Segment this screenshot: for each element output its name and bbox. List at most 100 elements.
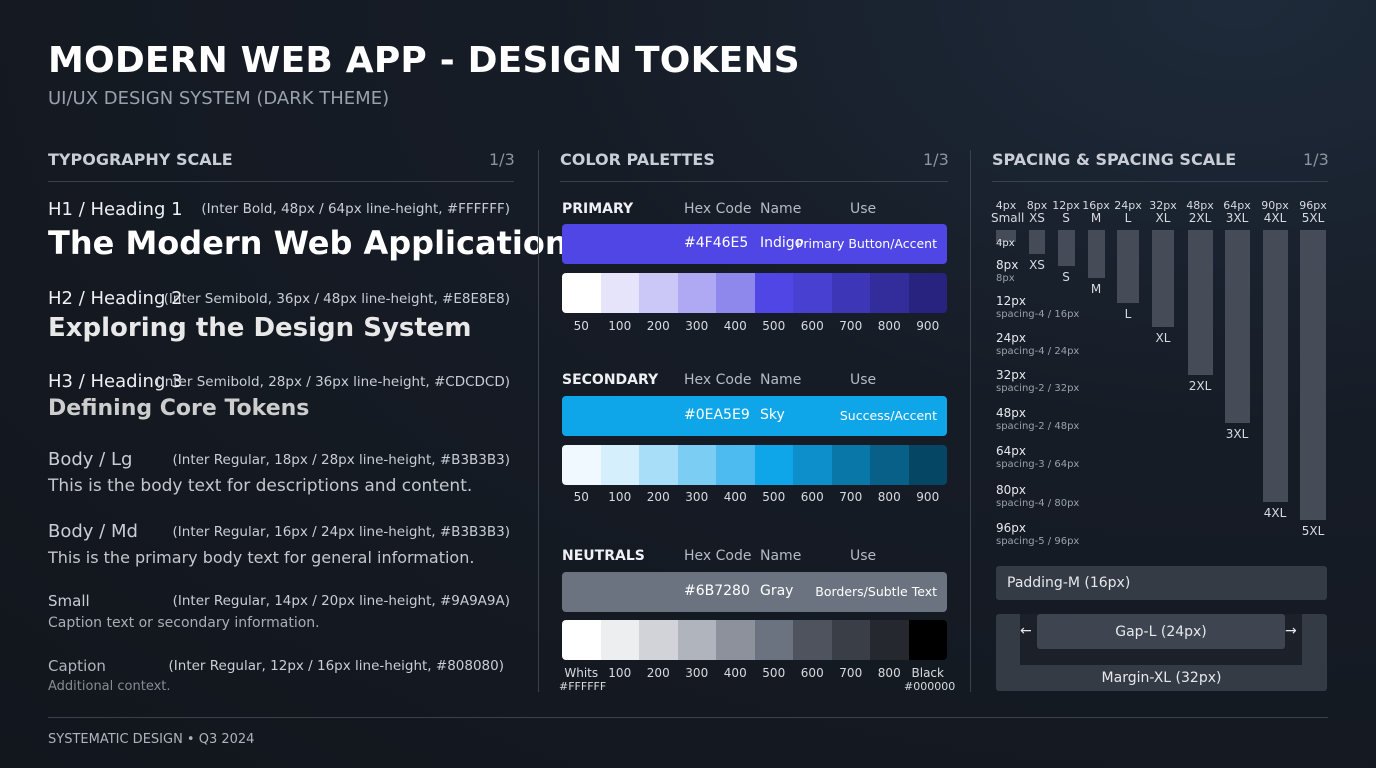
body-lg-sample: This is the body text for descriptions a… [48, 476, 473, 496]
small-sample: Caption text or secondary information. [48, 615, 320, 631]
spacing-col-name: 5XL [1301, 211, 1325, 225]
neutrals-step-label: 500 [762, 666, 786, 680]
spacing-row-value: 48px [996, 406, 1026, 420]
neutrals-swatch-400[interactable] [716, 620, 755, 660]
neutrals-swatch-200[interactable] [639, 620, 678, 660]
neutrals-color-ramp [562, 620, 947, 660]
primary-hex: #4F46E5 [684, 235, 749, 251]
secondary-hex: #0EA5E9 [684, 407, 750, 423]
secondary-swatch-600[interactable] [793, 445, 832, 485]
small-spec: (Inter Regular, 14px / 20px line-height,… [172, 593, 510, 609]
secondary-swatch-700[interactable] [831, 445, 870, 485]
spacing-section-title: SPACING & SPACING SCALE [992, 150, 1237, 169]
secondary-step-label: 900 [916, 490, 940, 504]
neutrals-swatch-Whits[interactable] [562, 620, 601, 660]
page-subtitle: UI/UX DESIGN SYSTEM (DARK THEME) [48, 88, 390, 109]
spacing-row-token: spacing-4 / 80px [996, 498, 1080, 509]
caption-sample: Additional context. [48, 679, 171, 694]
primary-step-label: 900 [916, 319, 940, 333]
h1-spec: (Inter Bold, 48px / 64px line-height, #F… [201, 201, 510, 217]
secondary-hex-header: Hex Code [684, 372, 752, 388]
gap-l-label: Gap-L (24px) [1115, 624, 1207, 640]
footer-text: SYSTEMATIC DESIGN • Q3 2024 [48, 732, 255, 747]
secondary-color-ramp [562, 445, 947, 485]
spacing-row-token: spacing-2 / 48px [996, 421, 1080, 432]
primary-swatch-500[interactable] [754, 273, 793, 313]
primary-swatch-900[interactable] [908, 273, 947, 313]
spacing-col-name: M [1090, 211, 1102, 225]
primary-swatch-200[interactable] [639, 273, 678, 313]
secondary-swatch-300[interactable] [677, 445, 716, 485]
secondary-step-label: 800 [877, 490, 901, 504]
neutrals-step-label: 800 [877, 666, 901, 680]
primary-swatch-800[interactable] [870, 273, 909, 313]
h1-sample: The Modern Web Application [48, 224, 568, 262]
secondary-swatch-900[interactable] [908, 445, 947, 485]
neutrals-use: Borders/Subtle Text [815, 584, 937, 599]
neutrals-step-label: Black [911, 666, 944, 680]
neutrals-black-hex: #000000 [904, 680, 956, 693]
spacing-col-name: 4XL [1263, 211, 1287, 225]
primary-hex-header: Hex Code [684, 201, 752, 217]
spacing-bar-label: XL [1155, 331, 1171, 345]
primary-name-header: Name [760, 201, 802, 217]
secondary-step-label: 500 [762, 490, 786, 504]
neutrals-swatch-600[interactable] [793, 620, 832, 660]
neutrals-swatch-700[interactable] [831, 620, 870, 660]
secondary-swatch-400[interactable] [716, 445, 755, 485]
spacing-col-name: XS [1029, 211, 1045, 225]
primary-swatch-50[interactable] [562, 273, 601, 313]
neutrals-swatch-100[interactable] [600, 620, 639, 660]
primary-step-label: 200 [646, 319, 670, 333]
typography-section-title: TYPOGRAPHY SCALE [48, 150, 233, 169]
typography-page-indicator: 1/3 [489, 150, 515, 169]
spacing-row-token: spacing-2 / 32px [996, 383, 1080, 394]
footer-divider [48, 717, 1328, 718]
colors-section-title: COLOR PALETTES [560, 150, 715, 169]
primary-swatch-300[interactable] [677, 273, 716, 313]
caption-spec: (Inter Regular, 12px / 16px line-height,… [168, 658, 504, 674]
spacing-row-value: 8px [996, 258, 1019, 272]
margin-xl-label: Margin-XL (32px) [1101, 670, 1222, 686]
primary-swatch-100[interactable] [600, 273, 639, 313]
spacing-col-name: XL [1155, 211, 1171, 225]
primary-step-label: 800 [877, 319, 901, 333]
primary-step-label: 500 [762, 319, 786, 333]
spacing-bar-label: 2XL [1188, 379, 1212, 393]
neutrals-swatch-Black[interactable] [908, 620, 947, 660]
secondary-swatch-200[interactable] [639, 445, 678, 485]
spacing-bar-m [1087, 230, 1105, 278]
spacing-col-name: 3XL [1225, 211, 1249, 225]
spacing-bar-label: M [1090, 282, 1102, 296]
body-lg-label: Body / Lg [48, 449, 133, 470]
h1-label: H1 / Heading 1 [48, 199, 183, 220]
spacing-divider [992, 181, 1328, 182]
body-lg-spec: (Inter Regular, 18px / 28px line-height,… [172, 452, 510, 468]
secondary-color-bar[interactable]: #0EA5E9 Sky Success/Accent [562, 396, 947, 436]
secondary-swatch-500[interactable] [754, 445, 793, 485]
spacing-row-token: spacing-4 / 16px [996, 309, 1080, 320]
spacing-col-name: S [1062, 211, 1070, 225]
primary-step-label: 700 [839, 319, 863, 333]
arrow-right-icon: → [1285, 623, 1297, 639]
primary-step-label: 400 [723, 319, 747, 333]
primary-color-bar[interactable]: #4F46E5 Indigo Primary Button/Accent [562, 224, 947, 264]
primary-swatch-700[interactable] [831, 273, 870, 313]
secondary-step-label: 700 [839, 490, 863, 504]
neutrals-white-hex: #FFFFFF [559, 680, 607, 693]
secondary-swatch-100[interactable] [600, 445, 639, 485]
secondary-swatch-800[interactable] [870, 445, 909, 485]
h2-spec: (Inter Semibold, 36px / 48px line-height… [163, 291, 510, 307]
neutrals-swatch-300[interactable] [677, 620, 716, 660]
primary-use: Primary Button/Accent [796, 236, 937, 251]
secondary-swatch-50[interactable] [562, 445, 601, 485]
neutrals-swatch-800[interactable] [870, 620, 909, 660]
primary-swatch-600[interactable] [793, 273, 832, 313]
secondary-ramp-labels: 50 100 200 300 400 500 600 700 800 900 [562, 490, 947, 504]
neutrals-color-bar[interactable]: #6B7280 Gray Borders/Subtle Text [562, 572, 947, 612]
primary-swatch-400[interactable] [716, 273, 755, 313]
neutrals-name-header: Name [760, 548, 802, 564]
spacing-row-token: 8px [996, 273, 1015, 284]
spacing-bar-l [1117, 230, 1139, 303]
neutrals-swatch-500[interactable] [754, 620, 793, 660]
